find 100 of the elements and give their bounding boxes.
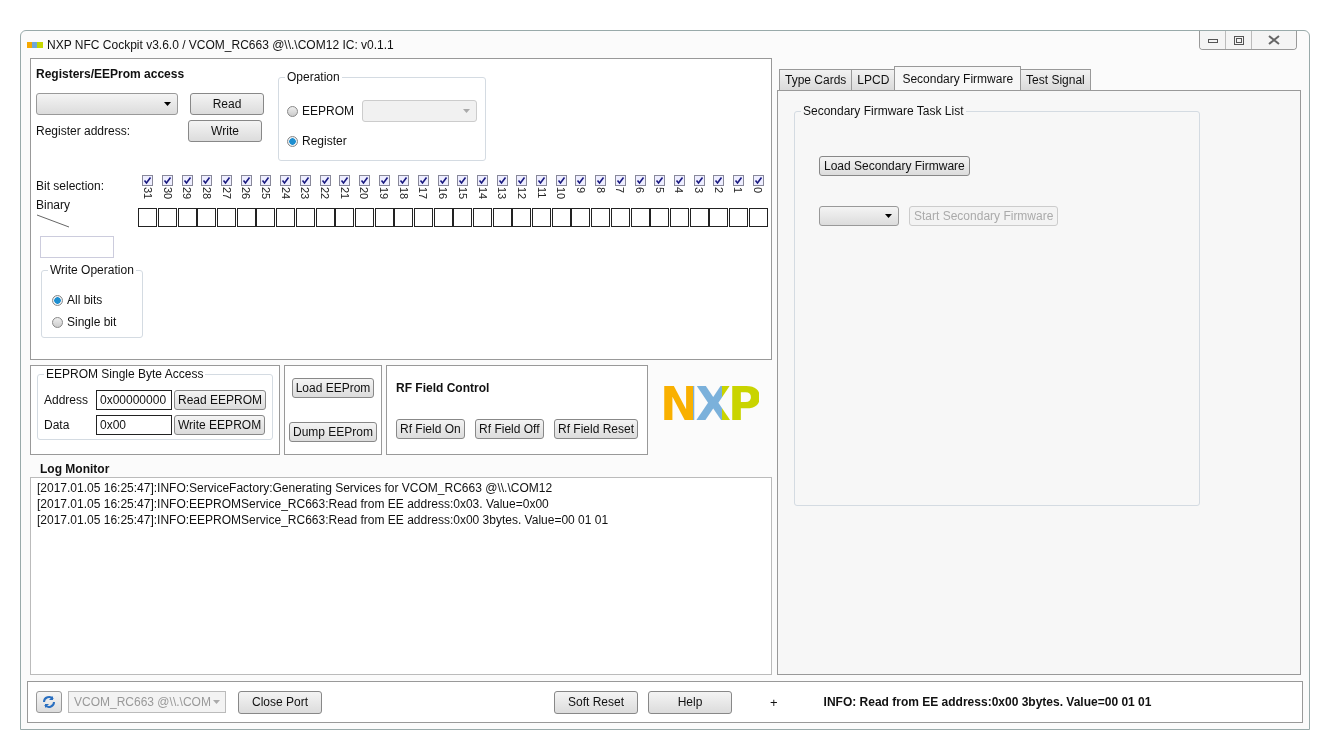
eeprom-button[interactable]: Load EEProm [291, 378, 375, 398]
bit-checkbox[interactable] [417, 175, 429, 186]
bit-checkbox[interactable] [240, 175, 252, 186]
bit-value-field[interactable] [217, 208, 237, 227]
bit-checkbox[interactable] [634, 175, 646, 186]
bit-value-field[interactable] [709, 208, 729, 227]
bit-checkbox[interactable] [280, 175, 292, 186]
bit-checkbox[interactable] [181, 175, 193, 186]
bit-value-field[interactable] [394, 208, 414, 227]
bit-checkbox[interactable] [299, 175, 311, 186]
field-label: Register address: [36, 124, 132, 138]
bit-value-field[interactable] [610, 208, 630, 227]
close-button[interactable] [1252, 31, 1296, 49]
rf-field-button[interactable]: Rf Field Off [475, 419, 544, 439]
bit-checkbox[interactable] [221, 175, 233, 186]
bit-checkbox[interactable] [339, 175, 351, 186]
maximize-button[interactable] [1226, 31, 1252, 49]
bit-checkbox[interactable] [378, 175, 390, 186]
bit-checkbox[interactable] [654, 175, 666, 186]
help-button[interactable]: Help [648, 690, 732, 714]
bit-value-field[interactable] [413, 208, 433, 227]
binary-input-field[interactable] [40, 236, 114, 258]
register-dropdown[interactable] [36, 93, 178, 115]
rf-field-button[interactable]: Rf Field Reset [553, 419, 638, 439]
bit-value-field[interactable] [571, 208, 591, 227]
bit-value-field[interactable] [748, 208, 768, 227]
load-firmware-button[interactable]: Load Secondary Firmware [819, 156, 970, 176]
bit-checkbox[interactable] [260, 175, 272, 186]
bit-value-field[interactable] [315, 208, 335, 227]
bit-checkbox[interactable] [162, 175, 174, 186]
tab[interactable]: Type Cards [779, 69, 853, 90]
bit-checkbox[interactable] [437, 175, 449, 186]
radio-option[interactable]: Register [287, 134, 477, 148]
bit-checkbox[interactable] [142, 175, 154, 186]
bit-value-field[interactable] [650, 208, 670, 227]
bit-value-field[interactable] [433, 208, 453, 227]
write-eeprom-button[interactable]: Write EEPROM [174, 415, 266, 435]
bit-value-field[interactable] [177, 208, 197, 227]
refresh-button[interactable] [36, 691, 62, 713]
bit-checkbox[interactable] [496, 175, 508, 186]
bit-value-field[interactable] [512, 208, 532, 227]
bit-value-field[interactable] [453, 208, 473, 227]
eeprom-button[interactable]: Dump EEProm [289, 422, 377, 442]
bit-checkbox[interactable] [319, 175, 331, 186]
bit-value-field[interactable] [551, 208, 571, 227]
bit-number: 9 [574, 187, 587, 196]
write-button[interactable]: Write [188, 120, 262, 142]
bit-value-field[interactable] [492, 208, 512, 227]
bit-value-field[interactable] [335, 208, 355, 227]
radio-option[interactable]: EEPROM [287, 104, 354, 118]
tab[interactable]: Secondary Firmware [894, 66, 1022, 90]
bit-value-field[interactable] [473, 208, 493, 227]
bit-checkbox[interactable] [536, 175, 548, 186]
bit-checkbox[interactable] [752, 175, 764, 186]
bit-value-field[interactable] [689, 208, 709, 227]
bit-checkbox[interactable] [477, 175, 489, 186]
bit-checkbox[interactable] [732, 175, 744, 186]
field-label: Address [44, 393, 90, 407]
bit-checkbox[interactable] [516, 175, 528, 186]
bit-value-field[interactable] [728, 208, 748, 227]
bit-checkbox[interactable] [555, 175, 567, 186]
bit-value-field[interactable] [532, 208, 552, 227]
radio-option[interactable]: All bits [52, 293, 136, 307]
bit-value-field[interactable] [374, 208, 394, 227]
read-eeprom-button[interactable]: Read EEPROM [174, 390, 267, 410]
bit-value-field[interactable] [295, 208, 315, 227]
bit-checkbox[interactable] [673, 175, 685, 186]
rf-field-button[interactable]: Rf Field On [396, 419, 465, 439]
bit-value-field[interactable] [354, 208, 374, 227]
bit-value-field[interactable] [138, 208, 158, 227]
bit-number: 15 [456, 187, 469, 202]
bit-value-field[interactable] [236, 208, 256, 227]
bit-checkbox[interactable] [595, 175, 607, 186]
bit-checkbox[interactable] [693, 175, 705, 186]
maximize-icon [1233, 35, 1244, 45]
minimize-button[interactable] [1200, 31, 1226, 49]
close-port-button[interactable]: Close Port [238, 690, 322, 714]
bit-checkbox[interactable] [358, 175, 370, 186]
bit-checkbox[interactable] [614, 175, 626, 186]
bit-value-field[interactable] [256, 208, 276, 227]
bit-checkbox[interactable] [575, 175, 587, 186]
radio-option[interactable]: Single bit [52, 315, 136, 329]
bit-value-field[interactable] [669, 208, 689, 227]
bit-value-field[interactable] [591, 208, 611, 227]
tab[interactable]: LPCD [851, 69, 896, 90]
bit-value-field[interactable] [158, 208, 178, 227]
bit-value-field[interactable] [630, 208, 650, 227]
section-title: Registers/EEProm access [36, 67, 186, 81]
bit-checkbox[interactable] [713, 175, 725, 186]
bit-checkbox[interactable] [398, 175, 410, 186]
bit-checkbox[interactable] [457, 175, 469, 186]
read-button[interactable]: Read [190, 93, 264, 115]
address-input-field[interactable]: 0x00000000 [96, 390, 172, 410]
tab[interactable]: Test Signal [1020, 69, 1091, 90]
firmware-dropdown[interactable] [819, 206, 899, 226]
bit-value-field[interactable] [197, 208, 217, 227]
data-input-field[interactable]: 0x00 [96, 415, 172, 435]
bit-checkbox[interactable] [201, 175, 213, 186]
soft-reset-button[interactable]: Soft Reset [554, 690, 638, 714]
bit-value-field[interactable] [276, 208, 296, 227]
